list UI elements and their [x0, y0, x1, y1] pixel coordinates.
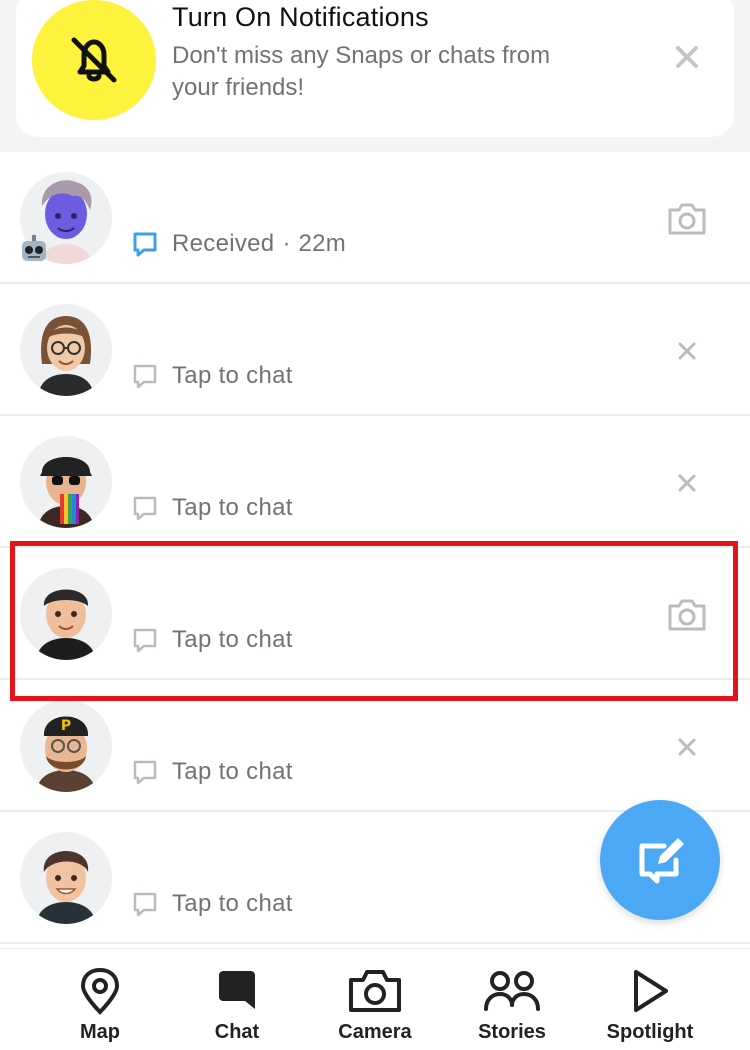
nav-camera[interactable]: Camera: [315, 967, 435, 1044]
nav-spotlight[interactable]: Spotlight: [590, 967, 710, 1044]
nav-map[interactable]: Map: [40, 967, 160, 1044]
compose-chat-icon: [639, 838, 684, 884]
camera-icon: [315, 967, 435, 1015]
bottom-nav: Map Chat Camera Stories Spotlight: [0, 948, 750, 1050]
status-text: Tap to chat: [172, 758, 293, 785]
chat-icon: [177, 967, 297, 1015]
chat-bubble-icon: [132, 495, 158, 521]
avatar[interactable]: P: [20, 700, 112, 792]
avatar[interactable]: [20, 568, 112, 660]
nav-chat[interactable]: Chat: [177, 967, 297, 1044]
chat-row[interactable]: Tap to chat: [0, 416, 750, 548]
nav-stories[interactable]: Stories: [452, 967, 572, 1044]
notification-banner-area: Turn On Notifications Don't miss any Sna…: [0, 0, 750, 152]
notification-banner[interactable]: Turn On Notifications Don't miss any Sna…: [16, 0, 734, 137]
bell-off-icon: [32, 0, 156, 120]
close-icon[interactable]: [672, 42, 702, 72]
status-text: Received: [172, 230, 275, 257]
status-text: Tap to chat: [172, 890, 293, 917]
chat-row[interactable]: Tap to chat: [0, 284, 750, 416]
svg-text:P: P: [61, 718, 71, 734]
nav-label: Spotlight: [606, 1021, 694, 1043]
close-icon[interactable]: [676, 340, 698, 362]
nav-label: Camera: [338, 1021, 412, 1043]
notification-text: Don't miss any Snaps or chats from your …: [172, 42, 551, 101]
notification-title: Turn On Notifications: [172, 2, 429, 32]
chat-status: Received · 22m: [132, 230, 346, 258]
chat-bubble-icon: [132, 363, 158, 389]
avatar[interactable]: [20, 832, 112, 924]
map-pin-icon: [40, 967, 160, 1015]
chat-status: Tap to chat: [132, 758, 293, 786]
status-time: 22m: [298, 230, 347, 257]
chat-bubble-icon: [132, 759, 158, 785]
close-icon[interactable]: [676, 472, 698, 494]
avatar[interactable]: [20, 436, 112, 528]
nav-label: Stories: [478, 1021, 546, 1043]
spotlight-icon: [590, 967, 710, 1015]
stories-icon: [452, 967, 572, 1015]
chat-status: Tap to chat: [132, 626, 293, 654]
chat-bubble-icon: [132, 627, 158, 653]
status-text: Tap to chat: [172, 362, 293, 389]
status-text: Tap to chat: [172, 494, 293, 521]
chat-row[interactable]: Received · 22m: [0, 152, 750, 284]
camera-icon[interactable]: [664, 200, 710, 238]
nav-label: Chat: [214, 1021, 260, 1043]
chat-bubble-icon: [132, 891, 158, 917]
camera-icon[interactable]: [664, 596, 710, 634]
nav-label: Map: [80, 1021, 120, 1043]
status-separator: ·: [282, 230, 291, 257]
new-chat-button[interactable]: [600, 800, 720, 920]
chat-status: Tap to chat: [132, 362, 293, 390]
close-icon[interactable]: [676, 736, 698, 758]
received-chat-icon: [132, 231, 158, 257]
status-text: Tap to chat: [172, 626, 293, 653]
chat-row[interactable]: P Tap to chat: [0, 680, 750, 812]
chat-status: Tap to chat: [132, 890, 293, 918]
robot-emoji-icon: [18, 234, 50, 264]
avatar[interactable]: [20, 304, 112, 396]
chat-status: Tap to chat: [132, 494, 293, 522]
chat-row[interactable]: Tap to chat: [0, 548, 750, 680]
